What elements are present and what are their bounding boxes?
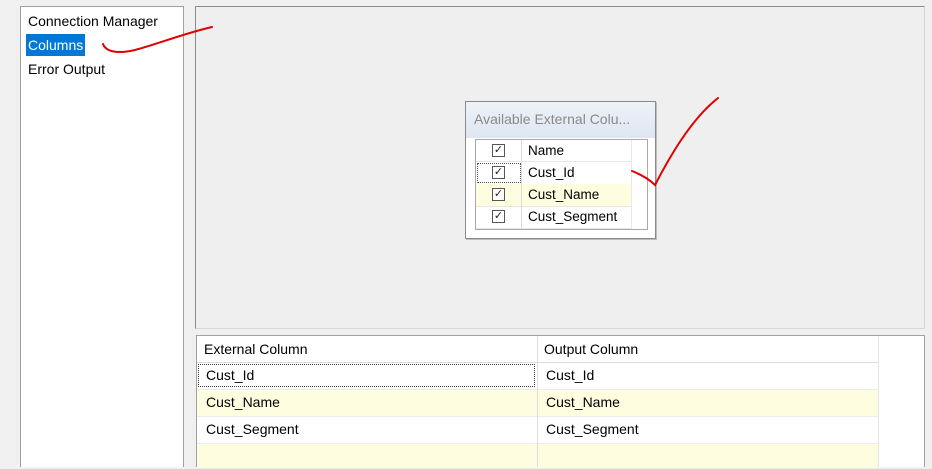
available-columns-title-bar: Available External Colu... — [466, 102, 655, 138]
available-columns-header-row: ✓ Name — [476, 140, 631, 162]
external-column-cell[interactable]: Cust_Id — [206, 367, 254, 383]
nav-item-connection-manager[interactable]: Connection Manager — [26, 10, 160, 32]
output-column-cell[interactable]: Cust_Id — [546, 367, 594, 383]
column-name: Cust_Segment — [528, 209, 618, 224]
column-mapping-grid: External Column Output Column Cust_Id Cu… — [196, 335, 925, 469]
column-checkbox[interactable]: ✓ — [492, 188, 505, 201]
output-column-cell[interactable]: Cust_Segment — [546, 421, 639, 437]
select-all-checkbox[interactable]: ✓ — [492, 144, 505, 157]
available-columns-title: Available External Colu... — [474, 111, 631, 127]
output-column-header[interactable]: Output Column — [544, 341, 638, 357]
available-external-columns-box: Available External Colu... ✓ Name ✓ Cust… — [465, 101, 656, 239]
checkbox-cell[interactable]: ✓ — [476, 184, 522, 206]
select-all-cell[interactable]: ✓ — [476, 140, 522, 161]
output-column-cell[interactable]: Cust_Name — [546, 394, 620, 410]
external-column-cell[interactable]: Cust_Name — [206, 394, 280, 410]
nav-item-error-output[interactable]: Error Output — [26, 58, 107, 80]
available-columns-list: ✓ Name ✓ Cust_Id ✓ Cust_Name ✓ Cust_Segm… — [475, 139, 648, 230]
column-designer-canvas: Available External Colu... ✓ Name ✓ Cust… — [195, 6, 925, 329]
list-item[interactable]: ✓ Cust_Name — [476, 184, 631, 207]
column-checkbox[interactable]: ✓ — [492, 210, 505, 223]
list-scrollbar[interactable] — [631, 140, 647, 229]
column-divider — [878, 336, 879, 467]
checkbox-cell[interactable]: ✓ — [476, 206, 522, 228]
list-item[interactable]: ✓ Cust_Id — [476, 162, 631, 185]
column-checkbox[interactable]: ✓ — [492, 166, 505, 179]
page-nav-list: Connection Manager Columns Error Output — [20, 6, 184, 467]
checkbox-cell[interactable]: ✓ — [476, 162, 522, 184]
nav-item-columns[interactable]: Columns — [26, 34, 86, 56]
column-divider[interactable] — [537, 336, 538, 467]
external-column-header[interactable]: External Column — [204, 341, 308, 357]
column-name: Cust_Id — [528, 165, 575, 180]
external-column-cell[interactable]: Cust_Segment — [206, 421, 299, 437]
column-name: Cust_Name — [528, 187, 600, 202]
name-column-header: Name — [528, 143, 565, 158]
list-item[interactable]: ✓ Cust_Segment — [476, 206, 631, 229]
